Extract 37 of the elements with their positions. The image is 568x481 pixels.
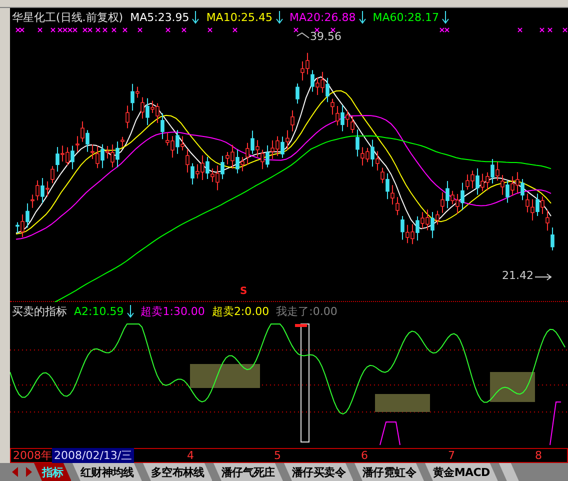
signal-mark: S (240, 286, 248, 297)
tab[interactable]: 红财神均线 (72, 463, 142, 481)
indicator-value: A2:10.59 (74, 305, 124, 318)
month-label: 5 (274, 449, 281, 462)
peak-marker (295, 324, 307, 328)
indicator-value: 超卖2:0.00 (212, 304, 270, 320)
signal-line (550, 402, 562, 446)
tab[interactable]: 黄金MACD (424, 463, 498, 481)
tab[interactable]: 潘仔气死庄 (213, 463, 283, 481)
high-price-label: 39.56 (310, 30, 342, 43)
left-right-arrows-icon[interactable] (10, 465, 34, 479)
tab[interactable]: 潘仔买卖令 (284, 463, 354, 481)
arrow-icon (534, 274, 552, 280)
indicator-name: 买卖的指标 (12, 304, 67, 320)
tab[interactable] (498, 463, 519, 481)
tab[interactable]: 指标 (34, 463, 72, 481)
ma-value: MA10:25.45 (206, 11, 273, 24)
chart-title: 华星化工(日线.前复权) (12, 10, 124, 25)
tab[interactable]: 潘仔霓虹令 (354, 463, 424, 481)
leader-line (296, 32, 310, 38)
ma-value: MA60:28.17 (372, 11, 439, 24)
tab[interactable]: 多空布林线 (142, 463, 212, 481)
ma-value: MA20:26.88 (290, 11, 356, 24)
month-label: 4 (187, 449, 194, 462)
cursor-date: 2008/02/13/三 (52, 448, 134, 463)
shaded-band (375, 394, 430, 412)
month-label: 6 (361, 449, 368, 462)
shaded-band (190, 364, 260, 388)
month-label: 7 (448, 449, 455, 462)
indicator-value: 我走了:0.00 (276, 304, 338, 320)
shaded-band (490, 372, 535, 402)
month-label: 8 (535, 449, 542, 462)
ma-value: MA5:23.95 (130, 11, 190, 24)
signal-line (380, 422, 400, 446)
indicator-value: 超卖1:30.00 (140, 304, 205, 320)
year-label: 2008年 (12, 448, 52, 463)
low-price-label: 21.42 (502, 269, 534, 282)
